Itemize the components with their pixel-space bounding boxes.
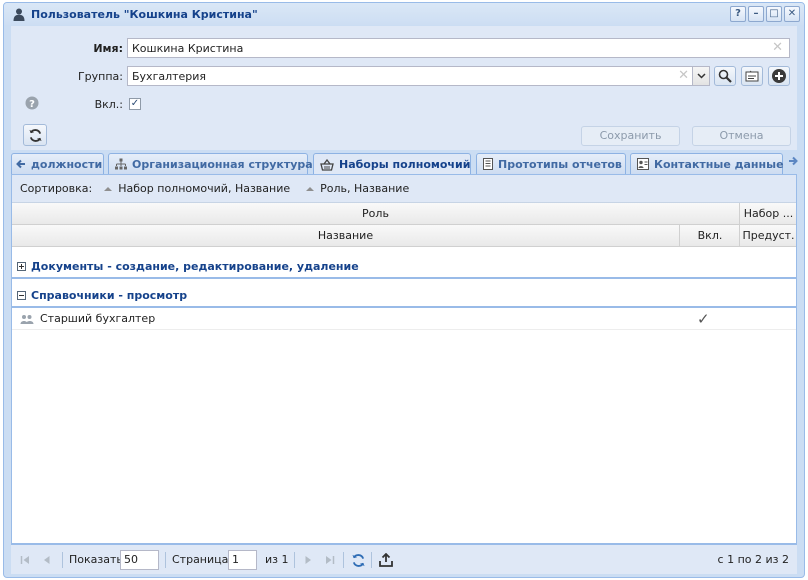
maximize-button[interactable]: □ <box>766 6 782 22</box>
plus-circle-icon <box>772 69 786 83</box>
chevron-down-icon[interactable] <box>692 67 709 85</box>
group-row[interactable]: Справочники - просмотр <box>12 284 796 308</box>
svg-text:?: ? <box>29 99 35 110</box>
users-group-icon <box>20 314 34 324</box>
separator <box>165 552 166 568</box>
group-value: Бухгалтерия <box>132 70 207 83</box>
sort-asc-icon <box>104 186 113 191</box>
enabled-checkbox[interactable]: ✓ <box>129 98 141 110</box>
arrow-left-icon[interactable] <box>16 159 26 169</box>
minimize-button[interactable]: – <box>748 6 764 22</box>
separator <box>62 552 63 568</box>
page-label: Страница <box>172 553 229 566</box>
page-count: из 1 <box>265 553 289 566</box>
org-structure-icon <box>115 158 127 170</box>
sort-label: Сортировка: <box>20 182 93 195</box>
open-folder-button[interactable] <box>741 66 763 86</box>
sort-asc-icon <box>306 186 315 191</box>
contact-card-icon <box>637 158 649 170</box>
tab-report-prototypes-label: Прототипы отчетов <box>498 157 622 171</box>
export-icon[interactable] <box>378 552 394 568</box>
separator <box>371 552 372 568</box>
save-button[interactable]: Сохранить <box>581 126 680 146</box>
refresh-button[interactable] <box>23 124 47 146</box>
table-row[interactable]: Старший бухгалтер ✓ <box>12 308 796 330</box>
group-label: Справочники - просмотр <box>31 288 188 302</box>
name-field[interactable]: Кошкина Кристина ✕ <box>127 38 790 58</box>
tab-positions-label: должности <box>31 157 103 171</box>
separator <box>294 552 295 568</box>
column-predefined[interactable]: Предуст. <box>739 225 797 246</box>
separator <box>343 552 344 568</box>
sort-item-role-label: Роль, Название <box>320 182 410 195</box>
user-form: Имя: Кошкина Кристина ✕ Группа: Бухгалте… <box>11 26 797 150</box>
group-label: Группа: <box>77 70 123 83</box>
tab-contact-data[interactable]: Контактные данные <box>630 153 784 174</box>
help-icon[interactable]: ? <box>25 96 39 113</box>
tab-report-prototypes[interactable]: Прототипы отчетов <box>476 153 626 174</box>
folder-icon <box>745 70 759 82</box>
display-range: с 1 по 2 из 2 <box>717 553 789 566</box>
paging-toolbar: Показать 50 Страница 1 из 1 с 1 по 2 из … <box>11 544 797 574</box>
enabled-label: Вкл.: <box>94 98 123 111</box>
column-enabled[interactable]: Вкл. <box>679 225 740 246</box>
group-row[interactable]: Документы - создание, редактирование, уд… <box>12 255 796 279</box>
group-label: Документы - создание, редактирование, уд… <box>31 259 359 273</box>
grid-header-bottom: Название Вкл. Предуст. <box>12 225 796 247</box>
tab-scroll-right-icon[interactable] <box>788 156 800 172</box>
permissions-panel: Сортировка: Набор полномочий, Название Р… <box>11 174 797 544</box>
basket-icon <box>320 158 334 171</box>
first-page-icon[interactable] <box>17 552 33 568</box>
check-icon: ✓ <box>697 310 710 328</box>
report-icon <box>483 158 493 170</box>
refresh-icon <box>28 128 42 142</box>
column-name[interactable]: Название <box>12 225 679 246</box>
name-value: Кошкина Кристина <box>132 42 244 55</box>
collapse-icon[interactable] <box>17 290 26 300</box>
tab-permission-sets[interactable]: Наборы полномочий <box>313 153 471 175</box>
column-permission-set[interactable]: Набор ... <box>739 203 797 224</box>
clear-name-icon[interactable]: ✕ <box>772 40 783 55</box>
window-titlebar[interactable]: Пользователь "Кошкина Кристина" ? – □ ✕ <box>4 3 804 25</box>
show-label: Показать <box>69 553 123 566</box>
sort-item-permission-set[interactable]: Набор полномочий, Название <box>96 182 290 195</box>
last-page-icon[interactable] <box>322 552 338 568</box>
column-role[interactable]: Роль <box>12 203 739 224</box>
help-button[interactable]: ? <box>730 6 746 22</box>
user-icon <box>11 6 27 22</box>
search-button[interactable] <box>714 66 736 86</box>
tab-contact-data-label: Контактные данные <box>654 157 784 171</box>
next-page-icon[interactable] <box>300 552 316 568</box>
refresh-grid-icon[interactable] <box>350 552 366 568</box>
prev-page-icon[interactable] <box>39 552 55 568</box>
sort-item-role[interactable]: Роль, Название <box>298 182 409 195</box>
search-icon <box>718 69 732 83</box>
close-button[interactable]: ✕ <box>784 6 800 22</box>
add-button[interactable] <box>768 66 790 86</box>
page-number-input[interactable]: 1 <box>228 550 257 570</box>
cancel-button[interactable]: Отмена <box>692 126 791 146</box>
user-window: Пользователь "Кошкина Кристина" ? – □ ✕ … <box>3 2 805 578</box>
expand-icon[interactable] <box>17 261 26 271</box>
tab-org-structure[interactable]: Организационная структура <box>108 153 313 174</box>
clear-group-icon[interactable]: ✕ <box>678 68 689 83</box>
window-title: Пользователь "Кошкина Кристина" <box>31 7 258 21</box>
grid-header-top: Роль Набор ... <box>12 203 796 225</box>
sort-item-permission-set-label: Набор полномочий, Название <box>118 182 291 195</box>
tab-strip: должности Организационная структура Набо… <box>11 150 800 175</box>
tab-positions[interactable]: должности <box>11 153 104 174</box>
tab-org-structure-label: Организационная структура <box>132 157 313 171</box>
row-name: Старший бухгалтер <box>40 312 156 325</box>
page-size-input[interactable]: 50 <box>120 550 159 570</box>
tab-permission-sets-label: Наборы полномочий <box>339 158 471 171</box>
group-field[interactable]: Бухгалтерия ✕ <box>127 66 710 86</box>
sort-bar: Сортировка: Набор полномочий, Название Р… <box>12 175 796 203</box>
name-label: Имя: <box>93 42 123 55</box>
